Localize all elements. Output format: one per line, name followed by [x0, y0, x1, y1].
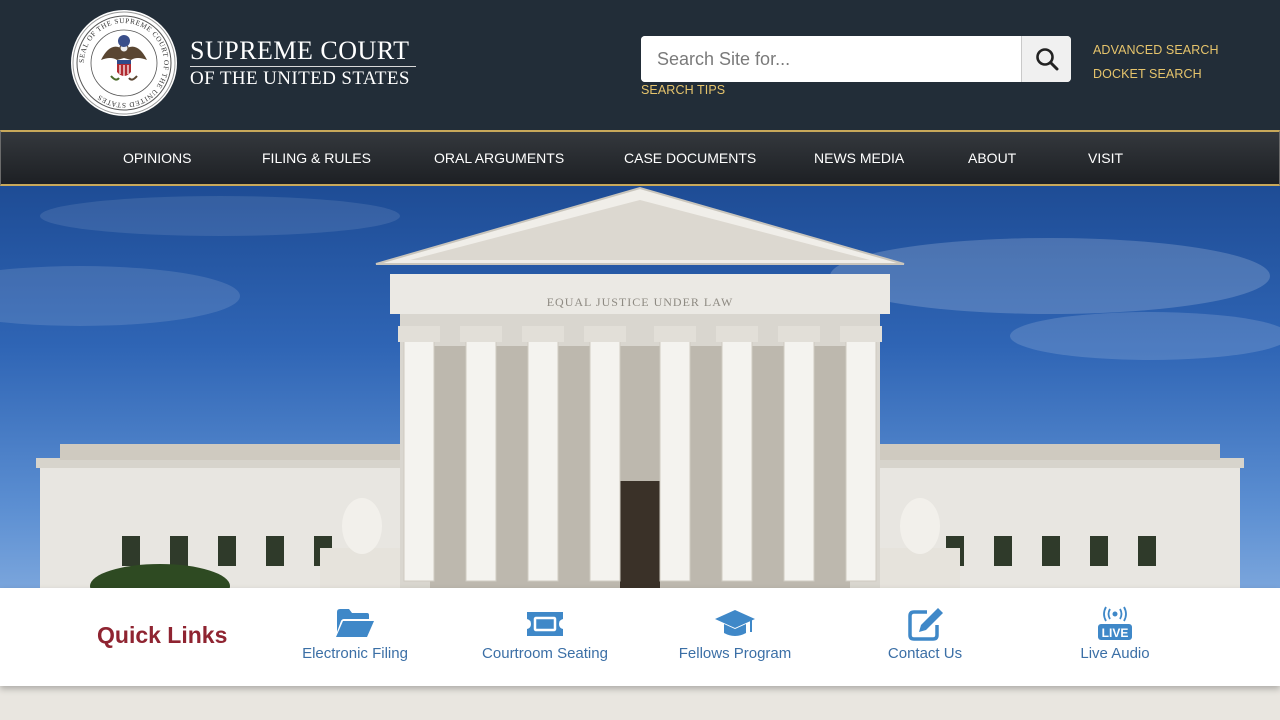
ticket-icon: [527, 612, 563, 636]
hero-image-supreme-court-building: EQUAL JUSTICE UNDER LAW: [0, 186, 1280, 588]
nav-item-opinions[interactable]: OPINIONS: [123, 132, 191, 184]
edit-icon: [908, 608, 943, 641]
hero-inscription: EQUAL JUSTICE UNDER LAW: [547, 295, 734, 309]
quick-link-label: Electronic Filing: [302, 645, 408, 662]
live-badge-text: LIVE: [1102, 626, 1129, 640]
site-title-line2: OF THE UNITED STATES: [190, 68, 410, 89]
advanced-search-link[interactable]: ADVANCED SEARCH: [1093, 43, 1219, 57]
main-navigation: OPINIONS FILING & RULES ORAL ARGUMENTS C…: [0, 130, 1280, 186]
quick-link-label: Courtroom Seating: [482, 645, 608, 662]
nav-item-news-media[interactable]: NEWS MEDIA: [814, 132, 904, 184]
graduation-cap-icon: [715, 610, 755, 636]
site-title-line1: SUPREME COURT: [190, 36, 410, 65]
quick-link-label: Live Audio: [1080, 645, 1150, 662]
quick-link-electronic-filing[interactable]: Electronic Filing: [265, 588, 445, 686]
docket-search-link[interactable]: DOCKET SEARCH: [1093, 67, 1202, 81]
search-input[interactable]: [641, 36, 1022, 82]
quick-link-live-audio[interactable]: LIVE Live Audio: [1025, 588, 1205, 686]
quick-links-bar: Quick Links Electronic Filing Courtroom …: [0, 588, 1280, 686]
quick-links-title: Quick Links: [97, 622, 228, 648]
nav-item-visit[interactable]: VISIT: [1088, 132, 1123, 184]
quick-link-contact-us[interactable]: Contact Us: [835, 588, 1015, 686]
quick-link-fellows-program[interactable]: Fellows Program: [645, 588, 825, 686]
quick-link-courtroom-seating[interactable]: Courtroom Seating: [455, 588, 635, 686]
supreme-court-seal-logo[interactable]: SEAL OF THE SUPREME COURT OF THE UNITED …: [71, 10, 177, 116]
search-button[interactable]: [1021, 36, 1071, 82]
live-broadcast-icon: LIVE: [1098, 606, 1132, 640]
search-box: [641, 36, 1071, 82]
nav-item-case-documents[interactable]: CASE DOCUMENTS: [624, 132, 756, 184]
quick-link-label: Contact Us: [887, 645, 963, 662]
site-header: SEAL OF THE SUPREME COURT OF THE UNITED …: [0, 0, 1280, 130]
nav-item-oral-arguments[interactable]: ORAL ARGUMENTS: [434, 132, 564, 184]
search-icon: [1035, 48, 1058, 71]
quick-link-label: Fellows Program: [678, 645, 792, 662]
nav-item-about[interactable]: ABOUT: [968, 132, 1016, 184]
title-divider: [190, 66, 416, 67]
site-title[interactable]: SUPREME COURT OF THE UNITED STATES: [190, 38, 416, 89]
search-tips-link[interactable]: SEARCH TIPS: [641, 83, 725, 97]
nav-item-filing-rules[interactable]: FILING & RULES: [262, 132, 371, 184]
folder-open-icon: [336, 609, 374, 637]
